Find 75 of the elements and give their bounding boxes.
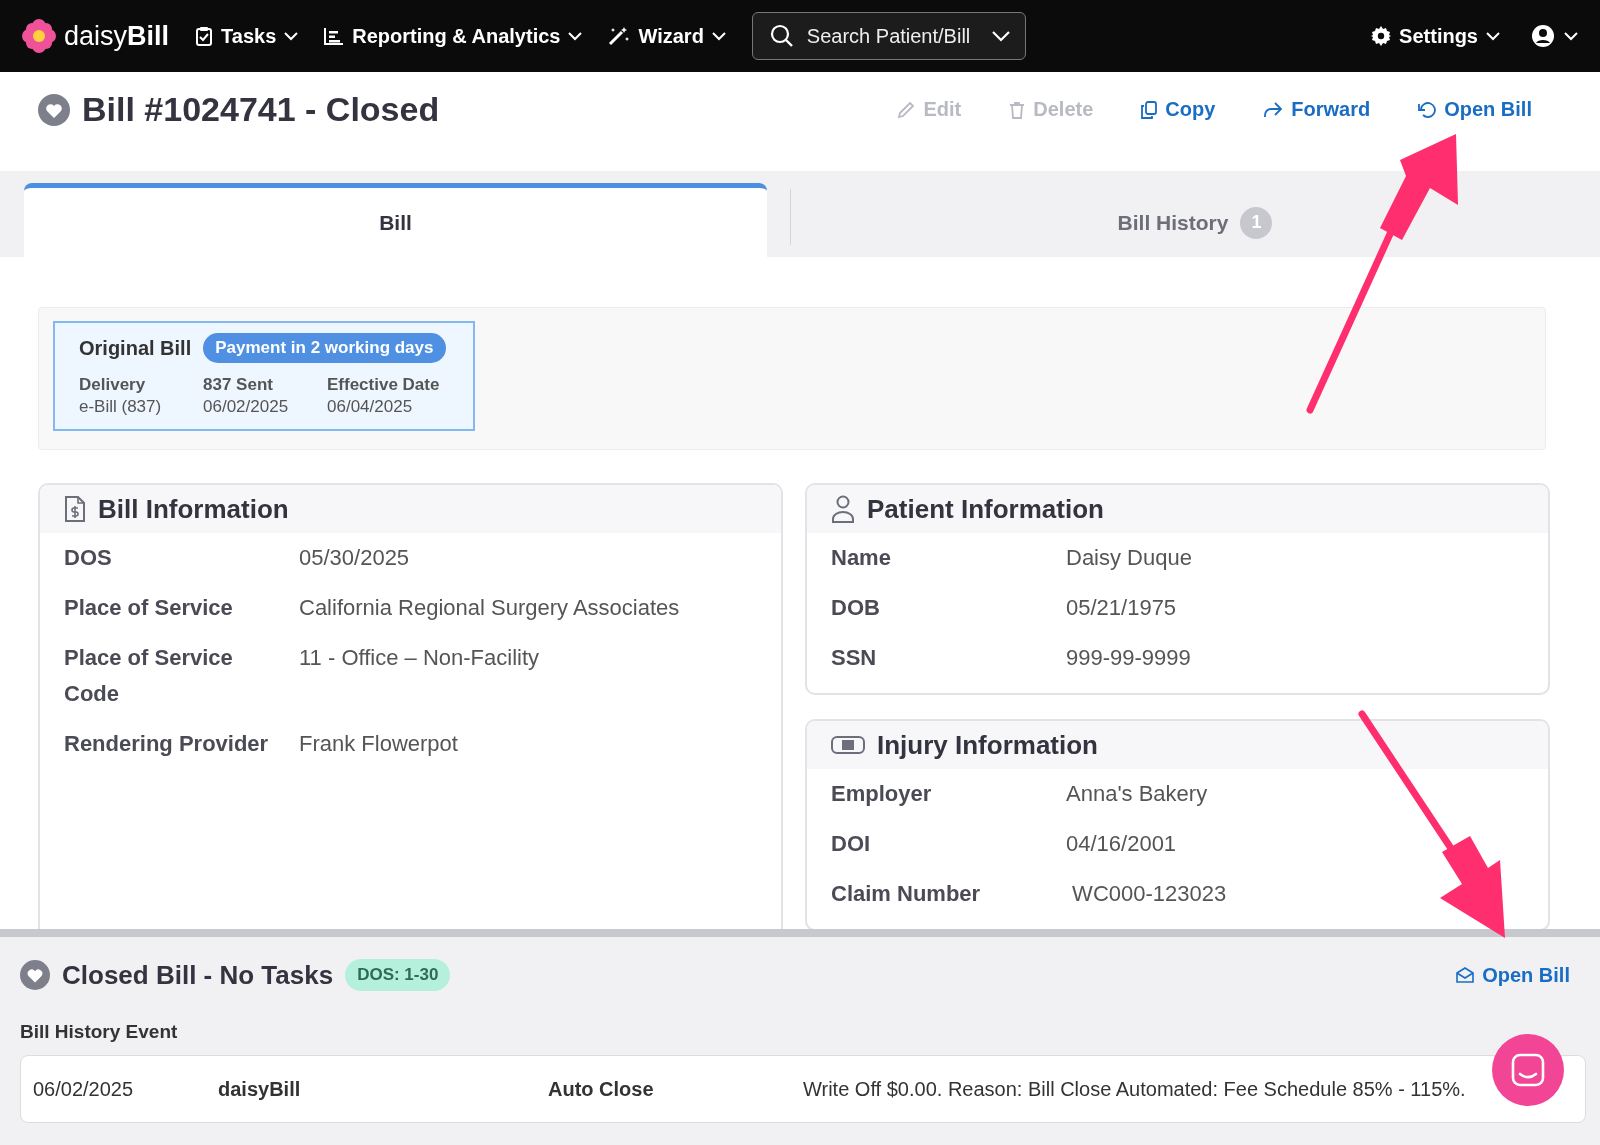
page-title: Bill #1024741 - Closed bbox=[82, 90, 440, 129]
card-title: Bill Information bbox=[98, 493, 289, 525]
chat-icon bbox=[1511, 1053, 1545, 1087]
field-value: WC000-123023 bbox=[1071, 880, 1227, 908]
chevron-down-icon bbox=[568, 31, 583, 41]
event-action: Auto Close bbox=[548, 1077, 655, 1101]
field-label: Delivery bbox=[79, 375, 147, 395]
pencil-icon bbox=[897, 100, 916, 119]
chevron-down-icon bbox=[711, 31, 726, 41]
envelope-icon bbox=[1456, 967, 1475, 983]
open-bill-link[interactable]: Open Bill bbox=[1456, 963, 1570, 987]
user-avatar-icon bbox=[1532, 25, 1554, 47]
field-label: DOB bbox=[831, 594, 881, 622]
chevron-down-icon bbox=[1564, 31, 1578, 41]
field-value: 05/21/1975 bbox=[1066, 594, 1177, 622]
field-value: 11 - Office – Non-Facility bbox=[299, 644, 540, 672]
magic-wand-icon bbox=[608, 26, 631, 46]
copy-icon bbox=[1141, 100, 1158, 119]
field-value: Daisy Duque bbox=[1066, 544, 1192, 572]
chevron-down-icon bbox=[991, 31, 1010, 42]
event-date: 06/02/2025 bbox=[33, 1077, 135, 1101]
field-label: Effective Date bbox=[327, 375, 440, 395]
card-title: Original Bill bbox=[79, 336, 192, 360]
bar-chart-icon bbox=[324, 27, 345, 45]
field-label: 837 Sent bbox=[203, 375, 274, 395]
field-label: DOI bbox=[831, 830, 872, 858]
nav-menu[interactable]: Wizard bbox=[608, 24, 726, 48]
field-value: 999-99-9999 bbox=[1066, 644, 1191, 672]
field-value: 06/04/2025 bbox=[327, 397, 414, 417]
field-value: Anna's Bakery bbox=[1066, 780, 1208, 808]
user-menu-button[interactable] bbox=[1532, 25, 1578, 47]
settings-menu[interactable]: Settings bbox=[1371, 24, 1500, 48]
bandage-icon bbox=[831, 736, 865, 754]
field-label: DOS bbox=[64, 544, 113, 572]
search-field[interactable]: Search Patient/Bill bbox=[751, 12, 1026, 60]
panel-title: Closed Bill - No Tasks bbox=[62, 959, 334, 991]
nav-menu[interactable]: Reporting & Analytics bbox=[324, 24, 583, 48]
field-value: Frank Flowerpot bbox=[299, 730, 458, 758]
chevron-down-icon bbox=[1486, 31, 1500, 41]
undo-arrow-icon bbox=[1418, 100, 1437, 119]
tab[interactable]: Bill bbox=[24, 183, 767, 257]
chevron-down-icon bbox=[284, 31, 299, 41]
field-value: e-Bill (837) bbox=[79, 397, 163, 417]
field-label: Place of Service Code bbox=[64, 644, 234, 708]
forward-arrow-icon bbox=[1263, 101, 1284, 118]
card-title: Injury Information bbox=[877, 729, 1098, 761]
field-label: Rendering Provider bbox=[64, 730, 270, 758]
count-badge: 1 bbox=[1240, 206, 1273, 239]
event-description: Write Off $0.00. Reason: Bill Close Automated: Fee Schedule 85% - 115%. bbox=[803, 1077, 1466, 1101]
settings-icon bbox=[1371, 26, 1392, 46]
person-icon bbox=[831, 495, 855, 523]
field-label: Claim Number bbox=[831, 880, 982, 908]
flower-logo-icon bbox=[22, 19, 56, 53]
field-value: 06/02/2025 bbox=[203, 397, 290, 417]
dos-tag: DOS: 1-30 bbox=[345, 959, 451, 991]
card-title: Patient Information bbox=[867, 493, 1104, 525]
field-label: SSN bbox=[831, 644, 878, 672]
search-icon bbox=[769, 24, 794, 48]
status-badge: Payment in 2 working days bbox=[203, 333, 446, 363]
field-label: Employer bbox=[831, 780, 933, 808]
nav-menu[interactable]: Tasks bbox=[195, 24, 299, 48]
field-value: California Regional Surgery Associates bbox=[299, 594, 680, 622]
dollar-document-icon bbox=[64, 495, 86, 523]
action-button[interactable]: Copy bbox=[1141, 98, 1216, 121]
event-user: daisyBill bbox=[218, 1077, 302, 1101]
field-label: Name bbox=[831, 544, 892, 572]
clipboard-icon bbox=[195, 26, 214, 46]
section-title: Bill History Event bbox=[20, 1021, 179, 1043]
field-value: 05/30/2025 bbox=[299, 544, 410, 572]
action-button[interactable]: Forward bbox=[1263, 98, 1371, 121]
field-label: Place of Service bbox=[64, 594, 234, 622]
trash-icon bbox=[1009, 100, 1026, 119]
field-value: 04/16/2001 bbox=[1066, 830, 1177, 858]
action-button[interactable]: Open Bill bbox=[1418, 98, 1532, 121]
app-logo[interactable]: daisyBill bbox=[64, 20, 170, 52]
